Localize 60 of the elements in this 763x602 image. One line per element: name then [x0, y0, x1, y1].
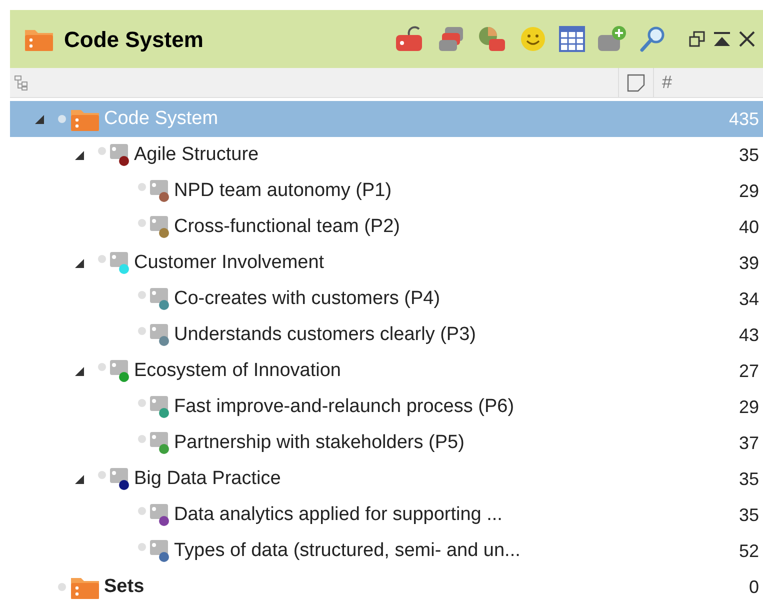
coded-count: 35 — [738, 504, 759, 526]
coded-count: 37 — [738, 432, 759, 454]
tag-chart-icon[interactable] — [477, 25, 507, 53]
code-tag-icon — [138, 538, 170, 564]
code-label: Understands customers clearly (P3) — [174, 322, 476, 347]
code-tag-icon — [98, 358, 130, 384]
window-title: Code System — [64, 26, 204, 54]
code-label: Ecosystem of Innovation — [134, 358, 341, 383]
coded-count: 35 — [738, 468, 759, 490]
table-grid-icon[interactable] — [559, 26, 585, 52]
stacked-tags-icon[interactable] — [437, 25, 465, 53]
tag-arrow-icon[interactable] — [395, 25, 425, 53]
coded-count: 52 — [738, 540, 759, 562]
coded-count: 34 — [738, 288, 759, 310]
code-tag-icon — [138, 322, 170, 348]
code-label: Partnership with stakeholders (P5) — [174, 430, 464, 455]
status-dot-icon — [58, 583, 66, 591]
code-label: Fast improve-and-relaunch process (P6) — [174, 394, 514, 419]
code-tag-icon — [98, 250, 130, 276]
coded-count: 29 — [738, 396, 759, 418]
collapse-triangle-icon[interactable] — [74, 150, 84, 160]
code-label: Big Data Practice — [134, 466, 281, 491]
code-tag-icon — [98, 142, 130, 168]
code-tag-icon — [138, 286, 170, 312]
search-icon[interactable] — [639, 25, 667, 53]
close-icon[interactable] — [739, 31, 755, 47]
collapse-triangle-icon[interactable] — [74, 258, 84, 268]
code-label: NPD team autonomy (P1) — [174, 178, 392, 203]
code-label: Data analytics applied for supporting ... — [174, 502, 502, 527]
code-label: Co-creates with customers (P4) — [174, 286, 440, 311]
collapse-triangle-icon[interactable] — [34, 114, 44, 124]
code-tag-icon — [138, 430, 170, 456]
code-label: Code System — [104, 106, 218, 131]
count-column-heading[interactable]: # — [662, 69, 672, 96]
code-label: Agile Structure — [134, 142, 259, 167]
collapse-triangle-icon[interactable] — [74, 366, 84, 376]
coded-count: 40 — [738, 216, 759, 238]
coded-count: 29 — [738, 180, 759, 202]
coded-count: 435 — [728, 108, 759, 130]
code-label: Sets — [104, 574, 144, 599]
code-label: Types of data (structured, semi- and un... — [174, 538, 520, 563]
coded-count: 27 — [738, 360, 759, 382]
coded-count: 35 — [738, 144, 759, 166]
code-tag-icon — [138, 214, 170, 240]
coded-count: 39 — [738, 252, 759, 274]
add-tag-icon[interactable] — [597, 25, 627, 53]
code-tag-icon — [138, 394, 170, 420]
restore-window-icon[interactable] — [689, 31, 705, 47]
code-label: Cross-functional team (P2) — [174, 214, 400, 239]
code-tag-icon — [98, 466, 130, 492]
memo-icon[interactable] — [627, 74, 645, 92]
smiley-icon[interactable] — [519, 25, 547, 53]
coded-count: 43 — [738, 324, 759, 346]
status-dot-icon — [58, 115, 66, 123]
code-label: Customer Involvement — [134, 250, 324, 275]
code-tag-icon — [138, 178, 170, 204]
coded-count: 0 — [748, 576, 759, 598]
collapse-triangle-icon[interactable] — [74, 474, 84, 484]
code-tag-icon — [138, 502, 170, 528]
maximize-panel-icon[interactable] — [713, 31, 731, 47]
